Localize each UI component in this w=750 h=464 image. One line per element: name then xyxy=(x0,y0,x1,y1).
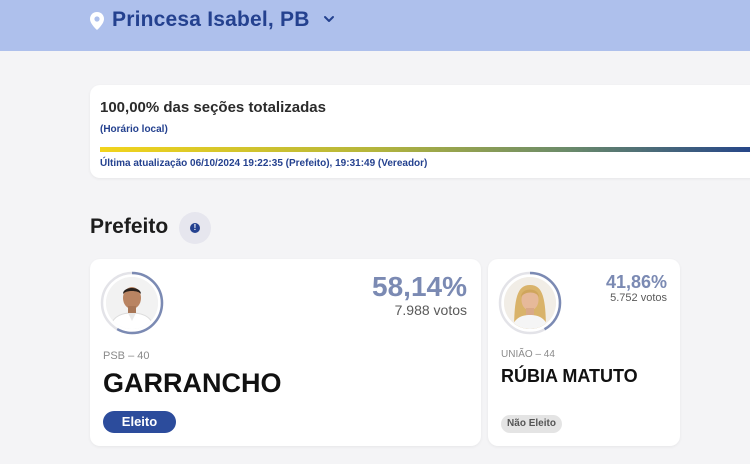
candidate-avatar xyxy=(498,271,562,335)
totalization-title: 100,00% das seções totalizadas xyxy=(100,99,326,116)
chevron-down-icon[interactable] xyxy=(323,14,335,24)
candidate-card-rubia-matuto[interactable]: 41,86% 5.752 votos UNIÃO – 44 RÚBIA MATU… xyxy=(488,259,680,446)
elected-badge: Eleito xyxy=(103,411,176,433)
not-elected-badge: Não Eleito xyxy=(501,415,562,433)
totalization-status-card: 100,00% das seções totalizadas (Horário … xyxy=(90,85,750,178)
info-button[interactable]: ! xyxy=(179,212,211,244)
party-label: UNIÃO – 44 xyxy=(501,349,555,360)
candidate-name: GARRANCHO xyxy=(103,368,282,398)
vote-count: 5.752 votos xyxy=(610,292,667,304)
local-time-note: (Horário local) xyxy=(100,124,168,135)
vote-percentage: 58,14% xyxy=(372,271,467,302)
section-title: Prefeito xyxy=(90,215,169,238)
location-bar: Princesa Isabel, PB xyxy=(0,0,750,51)
vote-percentage: 41,86% xyxy=(605,272,667,292)
progress-fill xyxy=(100,147,750,152)
vote-count: 7.988 votos xyxy=(394,302,467,318)
totalization-progress-bar xyxy=(100,147,750,152)
info-icon: ! xyxy=(190,223,200,233)
location-title[interactable]: Princesa Isabel, PB xyxy=(112,8,310,32)
candidate-avatar xyxy=(100,271,164,335)
party-label: PSB – 40 xyxy=(103,350,150,362)
location-pin-icon xyxy=(90,12,104,30)
candidate-name: RÚBIA MATUTO xyxy=(501,366,638,386)
last-update-text: Última atualização 06/10/2024 19:22:35 (… xyxy=(100,158,428,169)
candidate-card-garrancho[interactable]: 58,14% 7.988 votos PSB – 40 GARRANCHO El… xyxy=(90,259,481,446)
